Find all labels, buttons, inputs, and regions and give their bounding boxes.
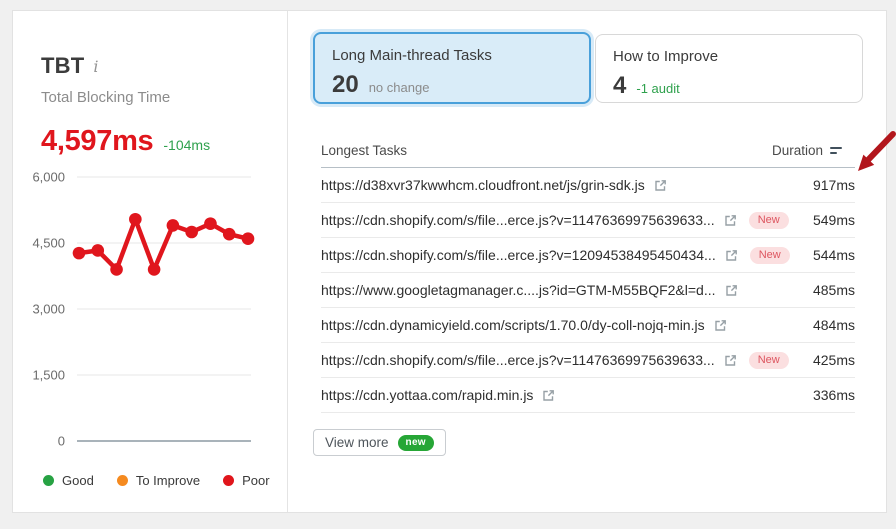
external-link-icon[interactable]: [714, 319, 727, 332]
task-duration: 425ms: [813, 352, 855, 368]
legend-label: Poor: [242, 473, 269, 488]
tab-label: How to Improve: [613, 48, 845, 65]
legend-item: To Improve: [117, 473, 200, 488]
task-row: https://cdn.shopify.com/s/file...erce.js…: [321, 203, 855, 238]
y-axis-tick-label: 0: [58, 434, 65, 449]
external-link-icon[interactable]: [724, 354, 737, 367]
longest-tasks-heading: Longest Tasks: [321, 143, 407, 158]
new-task-badge: New: [750, 247, 790, 264]
task-duration: 544ms: [813, 247, 855, 263]
legend-label: To Improve: [136, 473, 200, 488]
task-url-link[interactable]: https://cdn.shopify.com/s/file...erce.js…: [321, 212, 715, 228]
tab-long-main-thread-tasks[interactable]: Long Main-thread Tasks 20 no change: [313, 32, 591, 104]
task-url-link[interactable]: https://d38xvr37kwwhcm.cloudfront.net/js…: [321, 177, 645, 193]
data-point[interactable]: [204, 217, 217, 230]
external-link-icon[interactable]: [542, 389, 555, 402]
legend-dot-icon: [117, 475, 128, 486]
tab-change-note: -1 audit: [636, 81, 679, 96]
task-row: https://d38xvr37kwwhcm.cloudfront.net/js…: [321, 168, 855, 203]
chart-legend: Good To Improve Poor: [43, 473, 270, 488]
view-more-label: View more: [325, 435, 389, 450]
tab-count: 20: [332, 71, 359, 99]
new-feature-badge: new: [398, 435, 434, 451]
tbt-widget-card: TBT i Total Blocking Time 4,597ms -104ms…: [12, 10, 887, 513]
external-link-icon[interactable]: [654, 179, 667, 192]
task-duration: 549ms: [813, 212, 855, 228]
tab-change-note: no change: [369, 80, 430, 95]
data-point[interactable]: [91, 244, 104, 257]
external-link-icon[interactable]: [724, 214, 737, 227]
external-link-icon[interactable]: [725, 284, 738, 297]
task-url-link[interactable]: https://cdn.shopify.com/s/file...erce.js…: [321, 247, 716, 263]
task-url-link[interactable]: https://cdn.yottaa.com/rapid.min.js: [321, 387, 533, 403]
data-point[interactable]: [73, 247, 86, 260]
task-row: https://cdn.shopify.com/s/file...erce.js…: [321, 238, 855, 273]
task-row: https://cdn.shopify.com/s/file...erce.js…: [321, 343, 855, 378]
data-point[interactable]: [167, 219, 180, 232]
new-task-badge: New: [749, 352, 789, 369]
red-arrow-annotation: [845, 127, 896, 189]
data-point[interactable]: [148, 263, 161, 276]
sort-descending-icon[interactable]: [830, 147, 842, 154]
task-duration: 485ms: [813, 282, 855, 298]
data-point[interactable]: [242, 232, 255, 245]
tab-count: 4: [613, 72, 626, 100]
task-url-link[interactable]: https://cdn.shopify.com/s/file...erce.js…: [321, 352, 715, 368]
tbt-metric-panel: TBT i Total Blocking Time 4,597ms -104ms…: [13, 11, 288, 512]
data-point[interactable]: [223, 228, 236, 241]
duration-column-label: Duration: [772, 143, 823, 158]
task-duration: 336ms: [813, 387, 855, 403]
y-axis-tick-label: 3,000: [32, 302, 65, 317]
legend-label: Good: [62, 473, 94, 488]
y-axis-tick-label: 4,500: [32, 236, 65, 251]
data-point[interactable]: [185, 226, 198, 239]
legend-dot-icon: [43, 475, 54, 486]
new-task-badge: New: [749, 212, 789, 229]
legend-item: Poor: [223, 473, 269, 488]
tbt-trend-chart: 6,000 4,500 3,000 1,500 0: [13, 11, 288, 514]
task-list-header: Longest Tasks Duration: [321, 133, 855, 168]
tasks-panel: Long Main-thread Tasks 20 no change How …: [288, 11, 886, 512]
task-url-link[interactable]: https://cdn.dynamicyield.com/scripts/1.7…: [321, 317, 705, 333]
task-row: https://www.googletagmanager.c....js?id=…: [321, 273, 855, 308]
data-point[interactable]: [129, 213, 142, 226]
data-point[interactable]: [110, 263, 123, 276]
tab-how-to-improve[interactable]: How to Improve 4 -1 audit: [595, 34, 863, 103]
legend-item: Good: [43, 473, 94, 488]
task-list: https://d38xvr37kwwhcm.cloudfront.net/js…: [321, 168, 855, 413]
y-axis-tick-label: 6,000: [32, 170, 65, 185]
task-row: https://cdn.yottaa.com/rapid.min.js 336m…: [321, 378, 855, 413]
task-row: https://cdn.dynamicyield.com/scripts/1.7…: [321, 308, 855, 343]
tab-label: Long Main-thread Tasks: [332, 47, 572, 64]
task-url-link[interactable]: https://www.googletagmanager.c....js?id=…: [321, 282, 716, 298]
y-axis-tick-label: 1,500: [32, 368, 65, 383]
duration-sort-control[interactable]: Duration: [772, 143, 855, 158]
legend-dot-icon: [223, 475, 234, 486]
external-link-icon[interactable]: [725, 249, 738, 262]
task-duration: 484ms: [813, 317, 855, 333]
view-more-button[interactable]: View more new: [313, 429, 446, 456]
trend-line: [79, 219, 248, 269]
